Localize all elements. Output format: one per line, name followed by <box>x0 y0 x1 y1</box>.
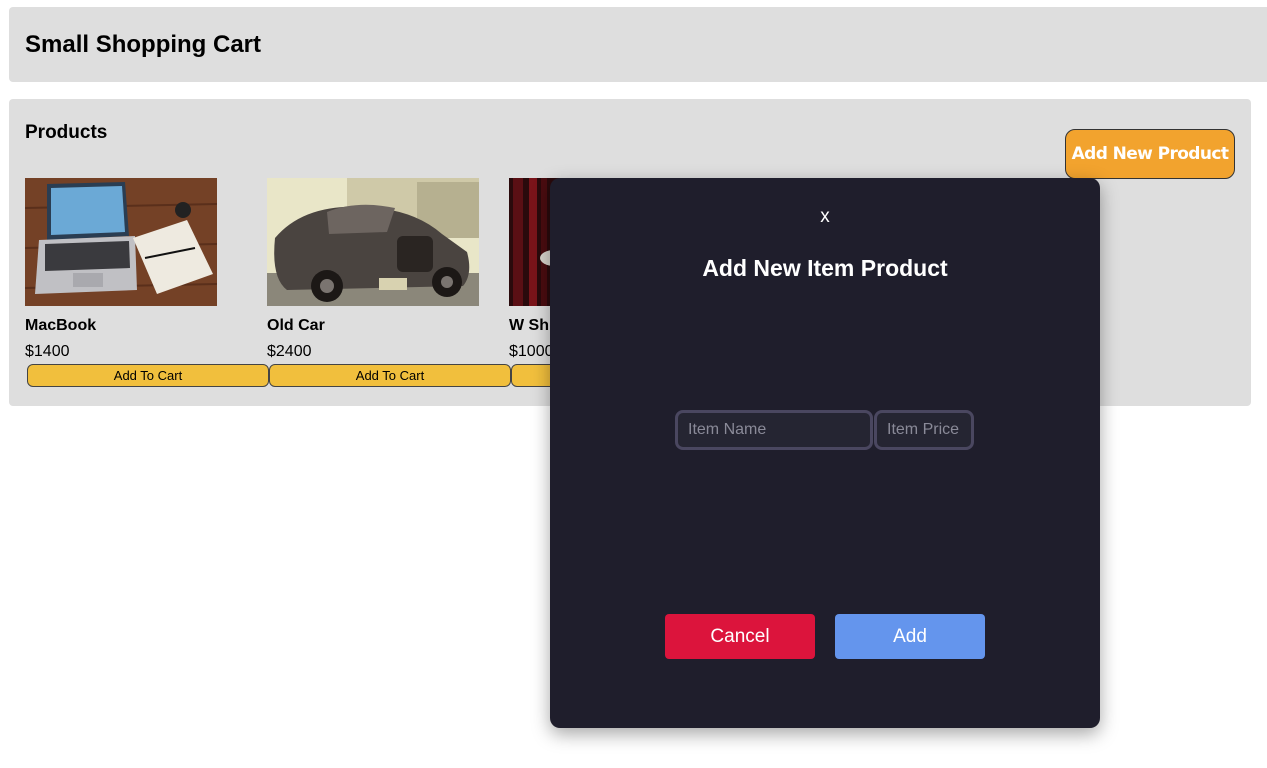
product-name: W Sh <box>509 317 549 334</box>
app-title: Small Shopping Cart <box>25 31 262 58</box>
product-image-old-car <box>267 178 479 306</box>
modal-title: Add New Item Product <box>702 255 948 281</box>
add-new-product-button[interactable]: Add New Product <box>1065 129 1235 179</box>
product-price: $1000 <box>509 343 554 360</box>
add-button[interactable]: Add <box>835 614 985 659</box>
add-to-cart-button[interactable]: Add To Cart <box>27 364 269 387</box>
add-product-modal: x Add New Item Product Cancel Add <box>550 178 1100 728</box>
close-icon[interactable]: x <box>815 206 835 230</box>
product-price: $2400 <box>267 343 312 360</box>
item-name-input[interactable] <box>675 410 873 450</box>
item-price-input[interactable] <box>874 410 974 450</box>
app-header: Small Shopping Cart <box>9 7 1267 82</box>
product-name: MacBook <box>25 317 97 334</box>
add-to-cart-button[interactable]: Add To Cart <box>269 364 511 387</box>
product-name: Old Car <box>267 317 325 334</box>
products-heading: Products <box>25 122 108 143</box>
product-image-macbook <box>25 178 217 306</box>
product-price: $1400 <box>25 343 70 360</box>
cancel-button[interactable]: Cancel <box>665 614 815 659</box>
